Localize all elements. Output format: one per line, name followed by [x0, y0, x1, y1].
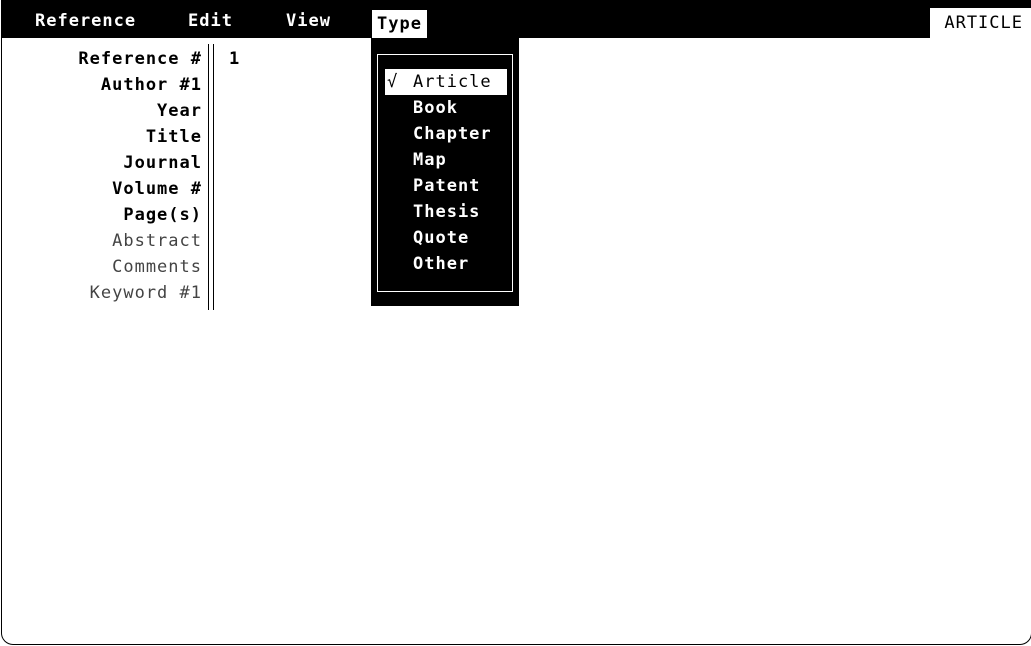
label-title: Title: [145, 127, 202, 147]
record-type-indicator: ARTICLE: [930, 8, 1031, 38]
menu-view[interactable]: View: [281, 8, 336, 34]
checkmark-icon: √: [387, 72, 399, 92]
menu-edit[interactable]: Edit: [183, 8, 238, 34]
field-divider-left: [208, 44, 209, 310]
type-option-label: Chapter: [413, 124, 492, 144]
menu-bar: Reference Edit View Type ARTICLE: [2, 0, 1031, 38]
label-abstract: Abstract: [112, 231, 202, 251]
type-option-label: Other: [413, 254, 470, 274]
menu-reference[interactable]: Reference: [30, 8, 141, 34]
label-year: Year: [157, 101, 202, 121]
reference-number-value[interactable]: 1: [229, 46, 239, 72]
field-divider-right: [213, 44, 214, 310]
type-option-other[interactable]: Other: [385, 251, 507, 277]
label-keyword-1: Keyword #1: [89, 283, 202, 303]
label-comments: Comments: [112, 257, 202, 277]
type-option-label: Book: [413, 98, 458, 118]
type-option-quote[interactable]: Quote: [385, 225, 507, 251]
type-option-map[interactable]: Map: [385, 147, 507, 173]
label-journal: Journal: [123, 153, 202, 173]
type-option-label: Patent: [413, 176, 481, 196]
type-option-label: Quote: [413, 228, 470, 248]
type-option-chapter[interactable]: Chapter: [385, 121, 507, 147]
label-author-1: Author #1: [100, 75, 202, 95]
app-window: Reference Edit View Type ARTICLE Referen…: [1, 0, 1031, 645]
type-dropdown-menu: √ Article Book Chapter Map Patent Thesis …: [371, 38, 519, 306]
label-reference-number: Reference #: [78, 49, 202, 69]
type-option-label: Article: [413, 72, 492, 92]
type-option-book[interactable]: Book: [385, 95, 507, 121]
type-option-label: Map: [413, 150, 447, 170]
label-pages: Page(s): [123, 205, 202, 225]
label-volume-number: Volume #: [112, 179, 202, 199]
type-option-article[interactable]: √ Article: [385, 69, 507, 95]
type-dropdown-frame: √ Article Book Chapter Map Patent Thesis …: [377, 54, 513, 292]
menu-type[interactable]: Type: [372, 10, 427, 38]
type-option-patent[interactable]: Patent: [385, 173, 507, 199]
type-option-thesis[interactable]: Thesis: [385, 199, 507, 225]
field-labels: Reference # Author #1 Year Title Journal…: [2, 46, 202, 306]
type-option-label: Thesis: [413, 202, 481, 222]
